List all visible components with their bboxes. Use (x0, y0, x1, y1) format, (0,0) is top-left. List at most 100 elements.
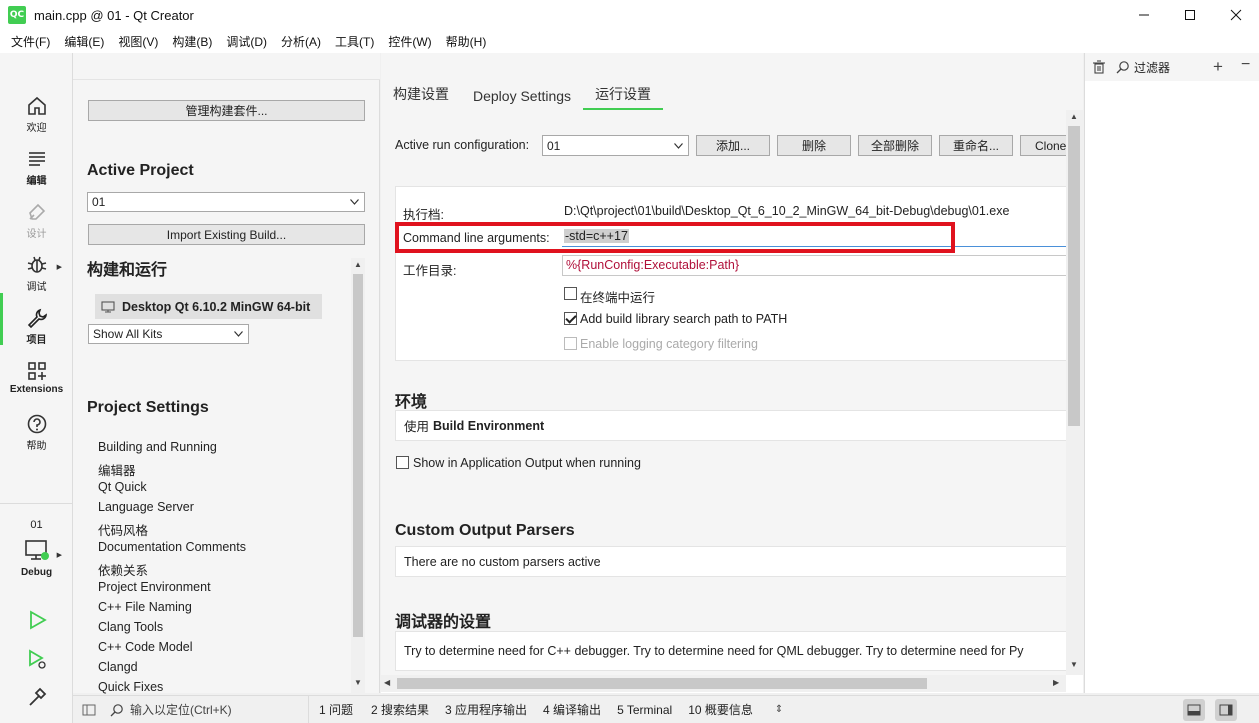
trash-icon[interactable] (1092, 60, 1106, 74)
menu-widgets[interactable]: 控件(W) (381, 33, 438, 50)
hammer-icon (28, 687, 46, 706)
main-horizontal-scroll-thumb[interactable] (397, 678, 927, 689)
settings-item-code-model[interactable]: C++ Code Model (98, 640, 193, 654)
mode-projects[interactable]: 项目 (0, 307, 73, 346)
output-pane-icon (1187, 704, 1201, 716)
pane-general-messages[interactable]: 10 概要信息 (688, 701, 753, 718)
mode-design[interactable]: 设计 (0, 201, 73, 240)
workdir-label: 工作目录: (403, 264, 457, 278)
menu-edit[interactable]: 编辑(E) (57, 33, 111, 50)
remove-config-button[interactable]: 删除 (777, 135, 851, 156)
filter-input[interactable]: 过滤器 (1134, 59, 1170, 76)
settings-item-quick-fixes[interactable]: Quick Fixes (98, 680, 163, 694)
minimize-button[interactable] (1121, 0, 1167, 30)
tab-deploy-settings[interactable]: Deploy Settings (461, 88, 583, 110)
settings-item-clangd[interactable]: Clangd (98, 660, 138, 674)
more-panes-arrow-icon[interactable]: ⇕ (775, 704, 783, 715)
enable-logging-checkbox[interactable] (564, 337, 577, 350)
workdir-input[interactable]: %{RunConfig:Executable:Path} (562, 255, 1066, 276)
scroll-down-arrow-icon[interactable]: ▼ (1070, 660, 1078, 669)
settings-item-dependencies[interactable]: 依赖关系 (98, 560, 148, 579)
settings-item-clang-tools[interactable]: Clang Tools (98, 620, 163, 634)
debug-expand-arrow-icon[interactable]: ▶ (57, 263, 62, 271)
debugger-row[interactable]: Try to determine need for C++ debugger. … (395, 631, 1066, 671)
menu-bar: 文件(F) 编辑(E) 视图(V) 构建(B) 调试(D) 分析(A) 工具(T… (0, 30, 1259, 53)
collapse-icon[interactable]: − (1241, 56, 1250, 74)
add-lib-path-label: Add build library search path to PATH (580, 312, 788, 326)
scroll-left-arrow-icon[interactable]: ◀ (384, 678, 390, 687)
mode-extensions-label: Extensions (9, 384, 64, 395)
main-vertical-scrollbar[interactable]: ▲ ▼ (1066, 110, 1083, 675)
target-project-label: 01 (30, 519, 43, 531)
mode-welcome[interactable]: 欢迎 (0, 95, 73, 134)
pane-search-results[interactable]: 2 搜索结果 (371, 701, 429, 718)
add-config-button[interactable]: 添加... (696, 135, 770, 156)
rename-config-button[interactable]: 重命名... (939, 135, 1013, 156)
menu-view[interactable]: 视图(V) (111, 33, 165, 50)
settings-item-qt-quick[interactable]: Qt Quick (98, 480, 147, 494)
run-in-terminal-checkbox[interactable] (564, 287, 577, 300)
mode-help[interactable]: 帮助 (0, 413, 73, 452)
settings-item-project-env[interactable]: Project Environment (98, 580, 211, 594)
settings-item-doc-comments[interactable]: Documentation Comments (98, 540, 246, 554)
mode-debug[interactable]: 调试 (0, 254, 73, 293)
show-app-output-label: Show in Application Output when running (413, 456, 641, 470)
main-vertical-scroll-thumb[interactable] (1068, 126, 1080, 426)
clone-config-button[interactable]: Clone (1020, 135, 1066, 156)
debug-run-button[interactable] (0, 648, 73, 670)
locate-input[interactable]: 输入以定位(Ctrl+K) (130, 701, 300, 718)
environment-row[interactable]: 使用 Build Environment (395, 410, 1066, 441)
parsers-row: There are no custom parsers active (395, 546, 1066, 577)
close-button[interactable] (1213, 0, 1259, 30)
run-button[interactable] (0, 609, 73, 631)
menu-help[interactable]: 帮助(H) (439, 33, 494, 50)
remove-all-config-button[interactable]: 全部删除 (858, 135, 932, 156)
side-panel-scrollbar[interactable]: ▲ ▼ (351, 258, 365, 693)
settings-item-building-running[interactable]: Building and Running (98, 440, 217, 454)
kit-item-desktop[interactable]: Desktop Qt 6.10.2 MinGW 64-bit (95, 294, 322, 319)
active-project-select[interactable]: 01 (87, 192, 365, 212)
menu-build[interactable]: 构建(B) (165, 33, 219, 50)
pane-app-output[interactable]: 3 应用程序输出 (445, 701, 527, 718)
manage-kits-button[interactable]: 管理构建套件... (88, 100, 365, 121)
settings-item-file-naming[interactable]: C++ File Naming (98, 600, 192, 614)
show-kits-select[interactable]: Show All Kits (88, 324, 249, 344)
scroll-right-arrow-icon[interactable]: ▶ (1053, 678, 1059, 687)
mode-edit[interactable]: 编辑 (0, 148, 73, 187)
settings-item-editor[interactable]: 编辑器 (98, 460, 136, 479)
debug-play-icon (28, 649, 46, 669)
menu-tools[interactable]: 工具(T) (328, 33, 381, 50)
toggle-sidebar-icon[interactable] (82, 703, 96, 717)
add-lib-path-checkbox[interactable] (564, 312, 577, 325)
pane-terminal[interactable]: 5 Terminal (617, 703, 672, 717)
tab-build-settings[interactable]: 构建设置 (381, 84, 461, 110)
maximize-button[interactable] (1167, 0, 1213, 30)
settings-item-language-server[interactable]: Language Server (98, 500, 194, 514)
mode-extensions[interactable]: Extensions (0, 360, 73, 395)
tab-run-settings[interactable]: 运行设置 (583, 84, 664, 110)
design-pen-icon (28, 203, 45, 220)
scroll-up-arrow-icon[interactable]: ▲ (354, 260, 362, 269)
show-kits-value: Show All Kits (93, 327, 163, 341)
scroll-up-arrow-icon[interactable]: ▲ (1070, 112, 1078, 121)
pane-compile-output[interactable]: 4 编译输出 (543, 701, 601, 718)
show-app-output-checkbox[interactable] (396, 456, 409, 469)
target-selector[interactable]: 01 Debug (0, 517, 73, 578)
menu-file[interactable]: 文件(F) (4, 33, 57, 50)
side-panel-scroll-thumb[interactable] (353, 274, 363, 637)
menu-analyze[interactable]: 分析(A) (274, 33, 328, 50)
main-horizontal-scrollbar[interactable]: ◀ ▶ (381, 675, 1066, 692)
pane-issues[interactable]: 1 问题 (319, 701, 353, 718)
run-config-select[interactable]: 01 (542, 135, 689, 156)
toggle-output-button[interactable] (1183, 699, 1205, 721)
target-expand-arrow-icon[interactable]: ▶ (57, 551, 62, 559)
import-build-button[interactable]: Import Existing Build... (88, 224, 365, 245)
build-button[interactable] (0, 686, 73, 708)
run-in-terminal-label: 在终端中运行 (580, 291, 656, 305)
toggle-right-sidebar-button[interactable] (1215, 699, 1237, 721)
menu-debug[interactable]: 调试(D) (219, 33, 274, 50)
settings-item-code-style[interactable]: 代码风格 (98, 520, 148, 539)
scroll-down-arrow-icon[interactable]: ▼ (354, 678, 362, 687)
add-icon[interactable]: + (1213, 57, 1223, 77)
qt-creator-logo-icon: QC (8, 6, 26, 24)
